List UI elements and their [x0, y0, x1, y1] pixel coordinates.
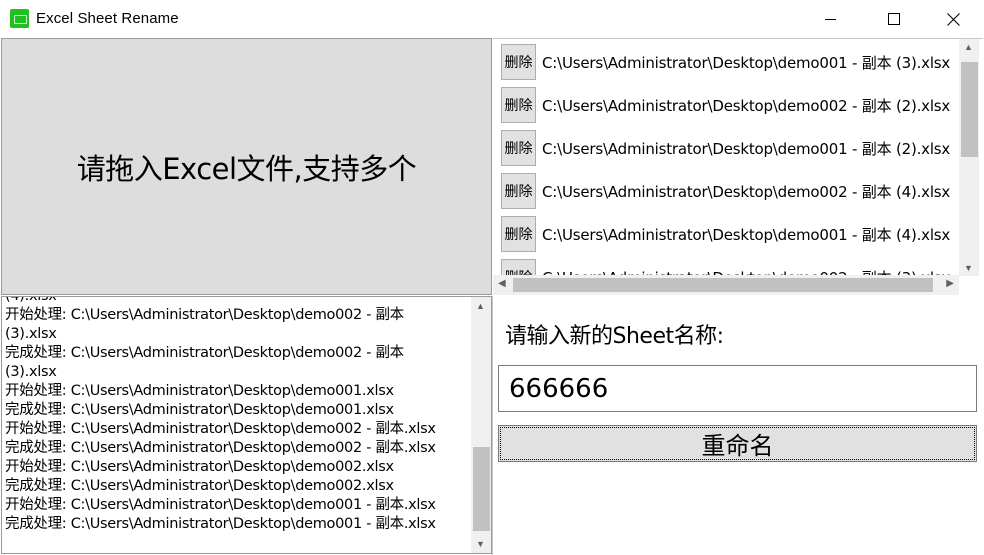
delete-file-button[interactable]: 删除	[501, 130, 536, 166]
file-list-item: 删除 C:\Users\Administrator\Desktop\demo002…	[501, 171, 961, 209]
log-line: 开始处理: C:\Users\Administrator\Desktop\dem…	[5, 497, 436, 513]
delete-file-button[interactable]: 删除	[501, 87, 536, 123]
log-line: 完成处理: C:\Users\Administrator\Desktop\dem…	[5, 402, 394, 418]
scrollbar-thumb[interactable]	[473, 447, 490, 531]
log-vertical-scrollbar[interactable]: ▲ ▼	[471, 297, 491, 553]
scroll-down-arrow-icon[interactable]: ▼	[964, 263, 973, 273]
delete-file-button[interactable]: 删除	[501, 173, 536, 209]
log-line: 完成处理: C:\Users\Administrator\Desktop\dem…	[5, 440, 436, 456]
log-line: 完成处理: C:\Users\Administrator\Desktop\dem…	[5, 516, 436, 532]
close-icon	[946, 12, 960, 26]
title-bar: Excel Sheet Rename	[0, 0, 984, 38]
log-line: 开始处理: C:\Users\Administrator\Desktop\dem…	[5, 383, 394, 399]
sheet-name-prompt: 请输入新的Sheet名称:	[505, 324, 724, 349]
file-path-label: C:\Users\Administrator\Desktop\demo002 -…	[542, 183, 951, 201]
file-list-item: 删除 C:\Users\Administrator\Desktop\demo001…	[501, 42, 961, 80]
log-line: 开始处理: C:\Users\Administrator\Desktop\dem…	[5, 421, 436, 437]
delete-file-button[interactable]: 删除	[501, 44, 536, 80]
close-button[interactable]	[930, 0, 976, 38]
delete-file-button[interactable]: 删除	[501, 216, 536, 252]
processing-log[interactable]: (4).xlsx 开始处理: C:\Users\Administrator\Des…	[1, 296, 492, 554]
excel-app-icon	[10, 9, 29, 28]
file-list: 删除 C:\Users\Administrator\Desktop\demo001…	[493, 38, 983, 295]
panel-divider	[492, 296, 493, 555]
maximize-button[interactable]	[871, 0, 917, 38]
scroll-right-arrow-icon[interactable]: ▶	[946, 278, 954, 289]
log-line: 完成处理: C:\Users\Administrator\Desktop\dem…	[5, 478, 394, 494]
scrollbar-thumb[interactable]	[513, 278, 933, 292]
file-list-item: 删除 C:\Users\Administrator\Desktop\demo001…	[501, 128, 961, 166]
log-line: (3).xlsx	[5, 364, 57, 380]
scroll-left-arrow-icon[interactable]: ◀	[498, 278, 506, 289]
log-line: (3).xlsx	[5, 326, 57, 342]
minimize-icon	[825, 19, 836, 20]
drop-zone-label: 请拖入Excel文件,支持多个	[76, 151, 417, 186]
log-line: (4).xlsx	[5, 296, 57, 304]
sheet-name-input[interactable]	[498, 365, 977, 412]
file-list-item: 删除 C:\Users\Administrator\Desktop\demo002…	[501, 85, 961, 123]
scrollbar-thumb[interactable]	[961, 62, 978, 157]
scroll-up-arrow-icon[interactable]: ▲	[964, 42, 973, 52]
window-title: Excel Sheet Rename	[36, 10, 179, 27]
log-text: (4).xlsx 开始处理: C:\Users\Administrator\Des…	[5, 296, 470, 534]
minimize-button[interactable]	[808, 0, 854, 38]
maximize-icon	[888, 13, 900, 25]
scroll-up-arrow-icon[interactable]: ▲	[476, 301, 485, 311]
log-line: 完成处理: C:\Users\Administrator\Desktop\dem…	[5, 345, 404, 361]
scroll-down-arrow-icon[interactable]: ▼	[476, 539, 485, 549]
file-path-label: C:\Users\Administrator\Desktop\demo001 -…	[542, 226, 951, 244]
file-path-label: C:\Users\Administrator\Desktop\demo001 -…	[542, 140, 951, 158]
file-list-horizontal-scrollbar[interactable]: ◀ ▶	[493, 275, 959, 295]
file-list-item: 删除 C:\Users\Administrator\Desktop\demo001…	[501, 214, 961, 252]
file-path-label: C:\Users\Administrator\Desktop\demo002 -…	[542, 97, 951, 115]
file-list-vertical-scrollbar[interactable]: ▲ ▼	[959, 39, 979, 276]
log-line: 开始处理: C:\Users\Administrator\Desktop\dem…	[5, 307, 404, 323]
log-line: 开始处理: C:\Users\Administrator\Desktop\dem…	[5, 459, 394, 475]
rename-button[interactable]: 重命名	[498, 425, 977, 462]
file-path-label: C:\Users\Administrator\Desktop\demo001 -…	[542, 54, 951, 72]
file-drop-zone[interactable]: 请拖入Excel文件,支持多个	[1, 38, 492, 295]
